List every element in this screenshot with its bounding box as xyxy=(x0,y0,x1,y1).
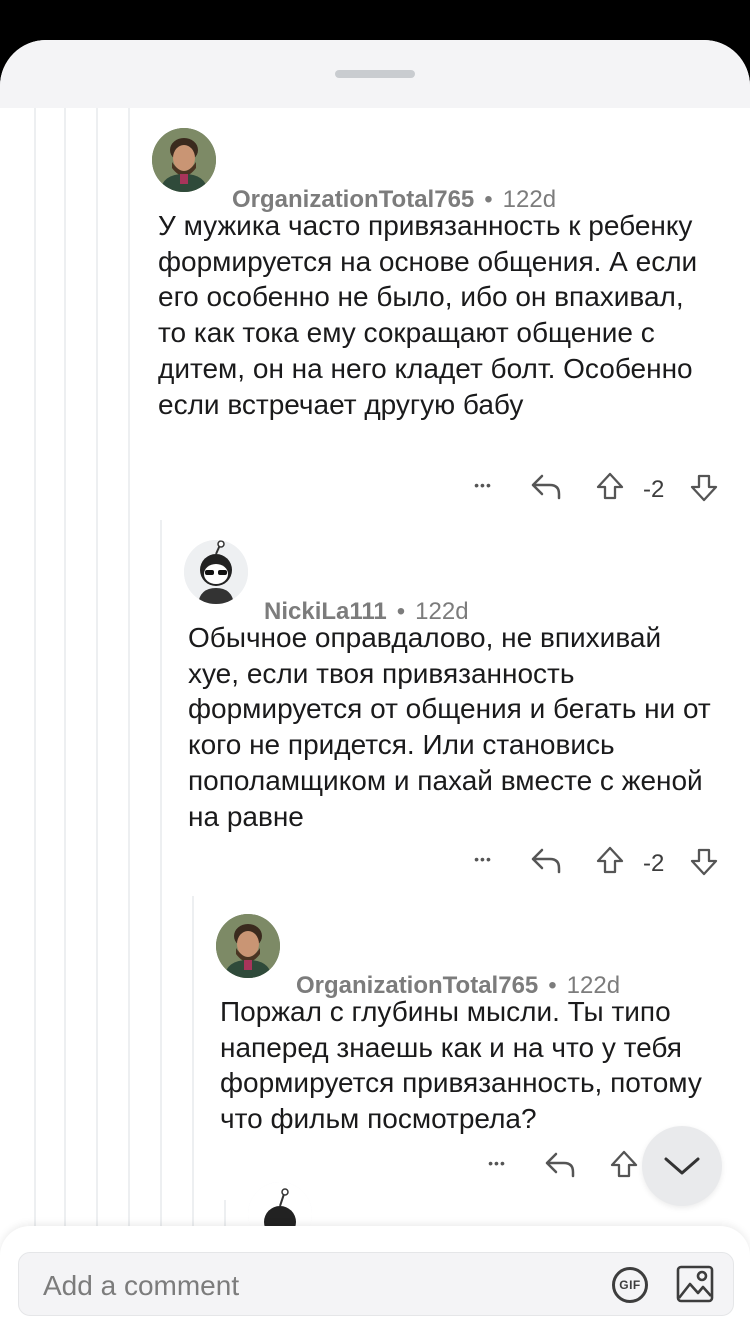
chevron-down-icon xyxy=(664,1157,700,1175)
vote-score: -2 xyxy=(643,476,665,503)
upvote-button[interactable] xyxy=(592,842,628,878)
reply-button[interactable] xyxy=(542,1146,578,1182)
comment-body: Обычное оправдалово, не впихивай хуе, ес… xyxy=(188,622,711,832)
gif-button[interactable]: GIF xyxy=(612,1267,648,1303)
more-options-icon: ••• xyxy=(488,1155,506,1171)
more-options-button[interactable]: ••• xyxy=(480,1146,514,1180)
thread-line xyxy=(160,520,162,1270)
downvote-arrow-icon xyxy=(690,474,718,502)
reply-arrow-icon xyxy=(531,848,561,874)
more-options-button[interactable]: ••• xyxy=(466,468,500,502)
upvote-button[interactable] xyxy=(592,468,628,504)
comment-input[interactable]: Add a comment GIF xyxy=(18,1252,734,1316)
upvote-arrow-icon xyxy=(610,1150,638,1178)
portrait-avatar-icon xyxy=(152,128,216,192)
downvote-arrow-icon xyxy=(690,848,718,876)
thread-line xyxy=(64,108,66,1268)
reply-button[interactable] xyxy=(528,468,564,504)
thread-line xyxy=(192,896,194,1270)
downvote-button[interactable] xyxy=(686,470,722,506)
drag-handle[interactable] xyxy=(335,70,415,78)
thread-line xyxy=(34,108,36,1268)
more-options-icon: ••• xyxy=(474,477,492,493)
thread-line xyxy=(128,108,130,1268)
comment-body: Поржал с глубины мысли. Ты типо наперед … xyxy=(220,996,702,1135)
image-icon xyxy=(676,1265,714,1303)
upvote-arrow-icon xyxy=(596,846,624,874)
more-options-button[interactable]: ••• xyxy=(466,842,500,876)
reply-arrow-icon xyxy=(531,474,561,500)
reply-button[interactable] xyxy=(528,842,564,878)
portrait-avatar-icon xyxy=(216,914,280,978)
avatar[interactable] xyxy=(216,914,280,978)
avatar[interactable] xyxy=(152,128,216,192)
next-comment-button[interactable] xyxy=(642,1126,722,1206)
comment-composer: Add a comment GIF xyxy=(0,1226,750,1334)
comment-body: У мужика часто привязанность к ребенку ф… xyxy=(158,210,698,420)
gif-icon: GIF xyxy=(619,1278,641,1292)
comment-input-placeholder: Add a comment xyxy=(43,1270,240,1301)
upvote-arrow-icon xyxy=(596,472,624,500)
sheet-header xyxy=(0,40,750,108)
avatar[interactable] xyxy=(184,540,248,604)
snoo-avatar-icon xyxy=(184,540,248,604)
downvote-button[interactable] xyxy=(686,844,722,880)
comments-sheet: OrganizationTotal765 • 122d У мужика час… xyxy=(0,40,750,1334)
image-button[interactable] xyxy=(676,1265,714,1308)
more-options-icon: ••• xyxy=(474,851,492,867)
thread-line xyxy=(96,108,98,1268)
vote-score: -2 xyxy=(643,850,665,877)
upvote-button[interactable] xyxy=(606,1146,642,1182)
reply-arrow-icon xyxy=(545,1152,575,1178)
